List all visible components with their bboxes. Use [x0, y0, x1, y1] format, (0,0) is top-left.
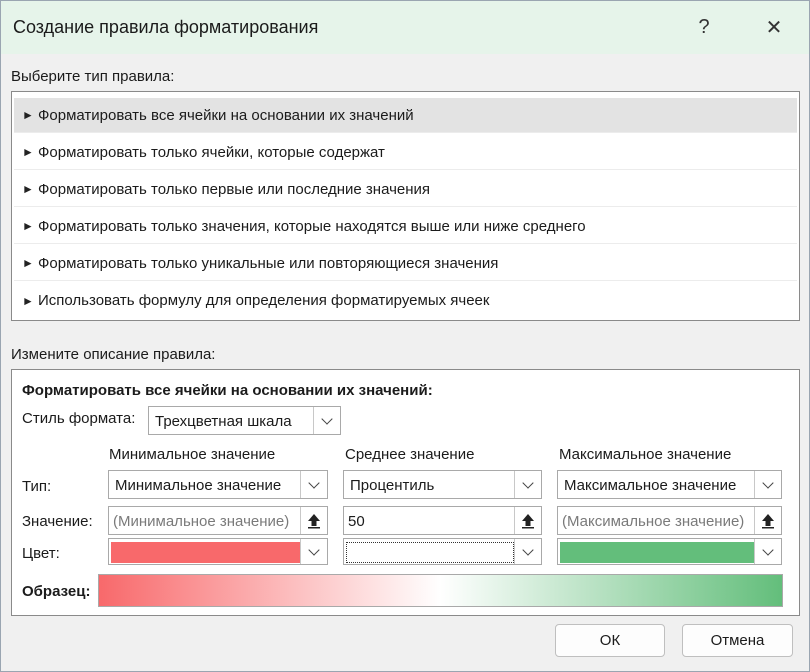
- arrow-right-icon: ►: [22, 293, 34, 308]
- format-style-label: Стиль формата:: [22, 410, 136, 427]
- chevron-down-icon[interactable]: [300, 539, 327, 564]
- chevron-down-icon[interactable]: [300, 471, 327, 498]
- arrow-right-icon: ►: [22, 256, 34, 270]
- rule-description-panel: Форматировать все ячейки на основании их…: [11, 369, 800, 616]
- min-color-picker[interactable]: [108, 538, 328, 565]
- rule-item-unique-duplicate[interactable]: ► Форматировать только уникальные или по…: [14, 246, 797, 281]
- arrow-right-icon: ►: [22, 108, 34, 122]
- rule-item-top-bottom[interactable]: ► Форматировать только первые или послед…: [14, 172, 797, 207]
- rule-type-list: ► Форматировать все ячейки на основании …: [11, 91, 800, 321]
- sample-gradient-preview: [98, 574, 783, 607]
- arrow-right-icon: ►: [22, 145, 34, 159]
- select-range-icon[interactable]: [300, 507, 327, 534]
- mid-value-input[interactable]: 50: [343, 506, 542, 535]
- ok-button[interactable]: ОК: [555, 624, 665, 657]
- edit-description-label: Измените описание правила:: [11, 346, 216, 363]
- help-icon: ?: [698, 15, 710, 38]
- max-color-swatch: [560, 542, 754, 563]
- max-color-picker[interactable]: [557, 538, 782, 565]
- sample-label: Образец:: [22, 583, 91, 600]
- chevron-down-icon[interactable]: [313, 407, 340, 434]
- dialog-title: Создание правила форматирования: [13, 17, 319, 37]
- mid-column-header: Среднее значение: [345, 446, 475, 463]
- arrow-right-icon: ►: [22, 219, 34, 233]
- mid-color-picker[interactable]: [343, 538, 542, 565]
- close-button[interactable]: ✕: [751, 7, 797, 47]
- type-label: Тип:: [22, 478, 52, 495]
- rule-item-all-cells[interactable]: ► Форматировать все ячейки на основании …: [14, 98, 797, 133]
- rule-item-cells-contain[interactable]: ► Форматировать только ячейки, которые с…: [14, 135, 797, 170]
- format-style-select[interactable]: Трехцветная шкала: [148, 406, 341, 435]
- chevron-down-icon[interactable]: [514, 539, 541, 564]
- min-type-select[interactable]: Минимальное значение: [108, 470, 328, 499]
- title-bar: Создание правила форматирования ? ✕: [1, 1, 809, 54]
- color-label: Цвет:: [22, 545, 60, 562]
- mid-color-swatch: [346, 542, 514, 563]
- chevron-down-icon[interactable]: [514, 471, 541, 498]
- rule-type-label: Выберите тип правила:: [11, 68, 175, 85]
- help-button[interactable]: ?: [681, 7, 727, 47]
- value-label: Значение:: [22, 513, 93, 530]
- max-type-select[interactable]: Максимальное значение: [557, 470, 782, 499]
- description-heading: Форматировать все ячейки на основании их…: [22, 382, 433, 399]
- select-range-icon[interactable]: [514, 507, 541, 534]
- rule-item-above-below-average[interactable]: ► Форматировать только значения, которые…: [14, 209, 797, 244]
- rule-item-formula[interactable]: ► Использовать формулу для определения ф…: [14, 283, 797, 318]
- min-color-swatch: [111, 542, 300, 563]
- max-column-header: Максимальное значение: [559, 446, 732, 463]
- arrow-right-icon: ►: [22, 182, 34, 196]
- min-column-header: Минимальное значение: [109, 446, 276, 463]
- max-value-input[interactable]: (Максимальное значение): [557, 506, 782, 535]
- select-range-icon[interactable]: [754, 507, 781, 534]
- close-icon: ✕: [765, 16, 783, 39]
- mid-type-select[interactable]: Процентиль: [343, 470, 542, 499]
- cancel-button[interactable]: Отмена: [682, 624, 793, 657]
- chevron-down-icon[interactable]: [754, 539, 781, 564]
- conditional-formatting-dialog: Создание правила форматирования ? ✕ Выбе…: [0, 0, 810, 672]
- chevron-down-icon[interactable]: [754, 471, 781, 498]
- min-value-input[interactable]: (Минимальное значение): [108, 506, 328, 535]
